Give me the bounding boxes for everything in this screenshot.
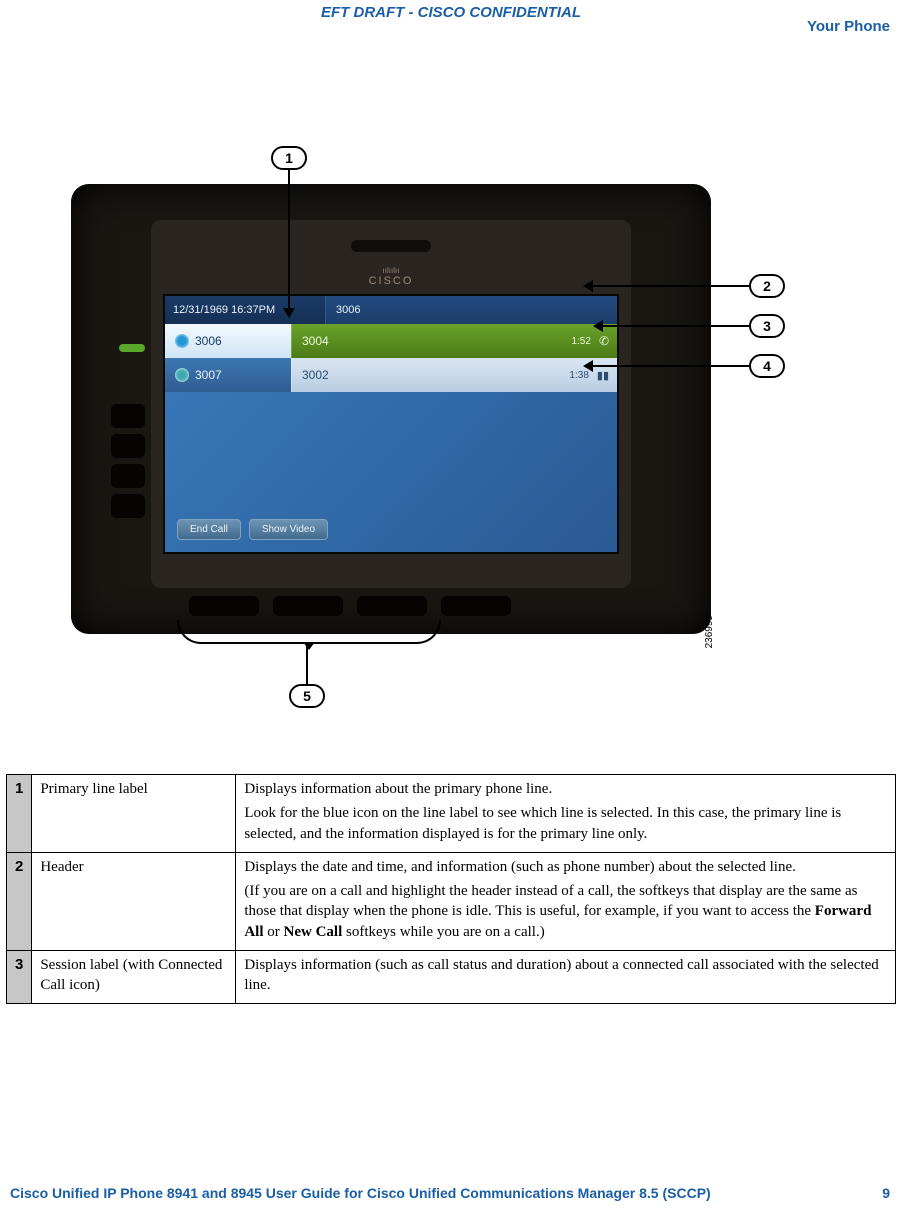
bottom-hardkeys [189, 596, 511, 616]
hardkey[interactable] [111, 434, 145, 458]
line-row-1: 3006 3004 1:52 ✆ [165, 324, 617, 358]
page-number: 9 [882, 1185, 890, 1201]
screen-header-number: 3006 [325, 296, 617, 324]
cisco-logo: ıılıılıı CISCO [369, 266, 414, 287]
arrow-left-icon [593, 320, 603, 332]
arrow-left-icon [583, 280, 593, 292]
handset-icon [175, 368, 189, 382]
phone-bezel: ıılıılıı CISCO 12/31/1969 16:37PM 3006 3… [151, 220, 631, 588]
arrow-left-icon [583, 360, 593, 372]
line-label: 3006 [195, 334, 222, 348]
row-description: Displays information about the primary p… [236, 775, 896, 853]
brace-icon [177, 620, 441, 644]
phone-figure: ıılıılıı CISCO 12/31/1969 16:37PM 3006 3… [71, 144, 831, 714]
hardkey[interactable] [441, 596, 511, 616]
session-number: 3002 [302, 368, 569, 382]
pause-icon: ▮▮ [597, 369, 609, 382]
hardkey[interactable] [357, 596, 427, 616]
row-number: 3 [7, 950, 32, 1004]
hardkey[interactable] [273, 596, 343, 616]
screen-datetime: 12/31/1969 16:37PM [165, 296, 325, 324]
session-number: 3004 [302, 334, 571, 348]
led-indicator [119, 344, 145, 352]
hardkey[interactable] [111, 404, 145, 428]
softkey-show-video[interactable]: Show Video [249, 519, 328, 540]
row-number: 2 [7, 852, 32, 950]
table-row: 1 Primary line label Displays informatio… [7, 775, 896, 853]
row-name: Header [32, 852, 236, 950]
row-number: 1 [7, 775, 32, 853]
row-name: Primary line label [32, 775, 236, 853]
chapter-title: Your Phone [807, 18, 890, 35]
softkey-end-call[interactable]: End Call [177, 519, 241, 540]
left-hardkeys [111, 404, 145, 518]
screen-header-row: 12/31/1969 16:37PM 3006 [165, 296, 617, 324]
callout-2: 2 [749, 274, 785, 298]
line-label: 3007 [195, 368, 222, 382]
softkey-bar: End Call Show Video [177, 519, 328, 540]
callout-4: 4 [749, 354, 785, 378]
callout-5: 5 [289, 684, 325, 708]
callout-table: 1 Primary line label Displays informatio… [6, 774, 896, 1004]
phone-screen: 12/31/1969 16:37PM 3006 3006 3004 1:52 ✆ [163, 294, 619, 554]
hardkey[interactable] [111, 494, 145, 518]
callout-3: 3 [749, 314, 785, 338]
callout-1: 1 [271, 146, 307, 170]
arrow-down-icon [283, 308, 295, 318]
book-title: Cisco Unified IP Phone 8941 and 8945 Use… [10, 1185, 711, 1201]
table-row: 2 Header Displays the date and time, and… [7, 852, 896, 950]
session-duration: 1:52 [571, 336, 590, 347]
table-row: 3 Session label (with Connected Call ico… [7, 950, 896, 1004]
row-name: Session label (with Connected Call icon) [32, 950, 236, 1004]
handset-icon [175, 334, 189, 348]
row-description: Displays information (such as call statu… [236, 950, 896, 1004]
image-reference-id: 236999 [704, 615, 715, 648]
connected-call-icon: ✆ [599, 334, 609, 348]
row-description: Displays the date and time, and informat… [236, 852, 896, 950]
page-header: EFT DRAFT - CISCO CONFIDENTIAL Your Phon… [0, 0, 902, 34]
line-row-2: 3007 3002 1:38 ▮▮ [165, 358, 617, 392]
draft-banner: EFT DRAFT - CISCO CONFIDENTIAL [321, 4, 581, 21]
hardkey[interactable] [189, 596, 259, 616]
page-footer: Cisco Unified IP Phone 8941 and 8945 Use… [10, 1185, 890, 1201]
phone-body: ıılıılıı CISCO 12/31/1969 16:37PM 3006 3… [71, 184, 711, 634]
speaker-grille [351, 240, 431, 252]
hardkey[interactable] [111, 464, 145, 488]
